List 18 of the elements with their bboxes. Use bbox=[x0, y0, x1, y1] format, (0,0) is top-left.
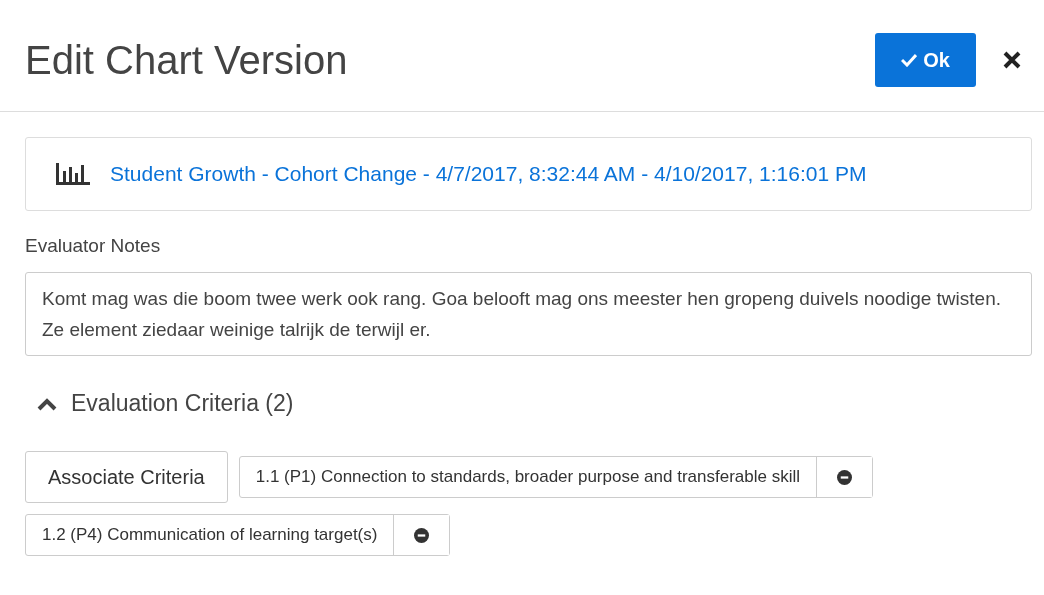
minus-circle-icon bbox=[414, 527, 430, 543]
criterion-tag: 1.2 (P4) Communication of learning target(s) bbox=[25, 514, 451, 556]
minus-circle-icon bbox=[837, 469, 853, 485]
ok-button[interactable]: Ok bbox=[875, 33, 976, 87]
notes-label: Evaluator Notes bbox=[25, 235, 162, 257]
associate-criteria-button[interactable]: Associate Criteria bbox=[25, 451, 228, 503]
chevron-up-icon bbox=[37, 396, 57, 411]
criterion-tag: 1.1 (P1) Connection to standards, broader purpose and transferable skill bbox=[238, 456, 874, 498]
notes-field[interactable]: Komt mag was die boom twee werk ook rang. Goa belooft mag ons meester hen gropeng duivels noodige twisten. Ze element ziedaar weinige talrijk de terwijl er. bbox=[25, 272, 1032, 356]
dialog-title: Edit Chart Version bbox=[25, 37, 348, 83]
remove-button[interactable] bbox=[393, 515, 450, 555]
chart-link[interactable]: Student Growth - Cohort Change - 4/7/2017, 8:32:44 AM - 4/10/2017, 1:16:01 PM bbox=[110, 162, 867, 186]
close-button[interactable] bbox=[1002, 50, 1022, 70]
check-icon bbox=[901, 53, 918, 67]
criteria-section-toggle[interactable]: Evaluation Criteria (2) bbox=[37, 390, 294, 417]
remove-button[interactable] bbox=[816, 457, 873, 497]
bar-chart-icon bbox=[56, 163, 90, 185]
close-icon bbox=[1002, 50, 1022, 70]
